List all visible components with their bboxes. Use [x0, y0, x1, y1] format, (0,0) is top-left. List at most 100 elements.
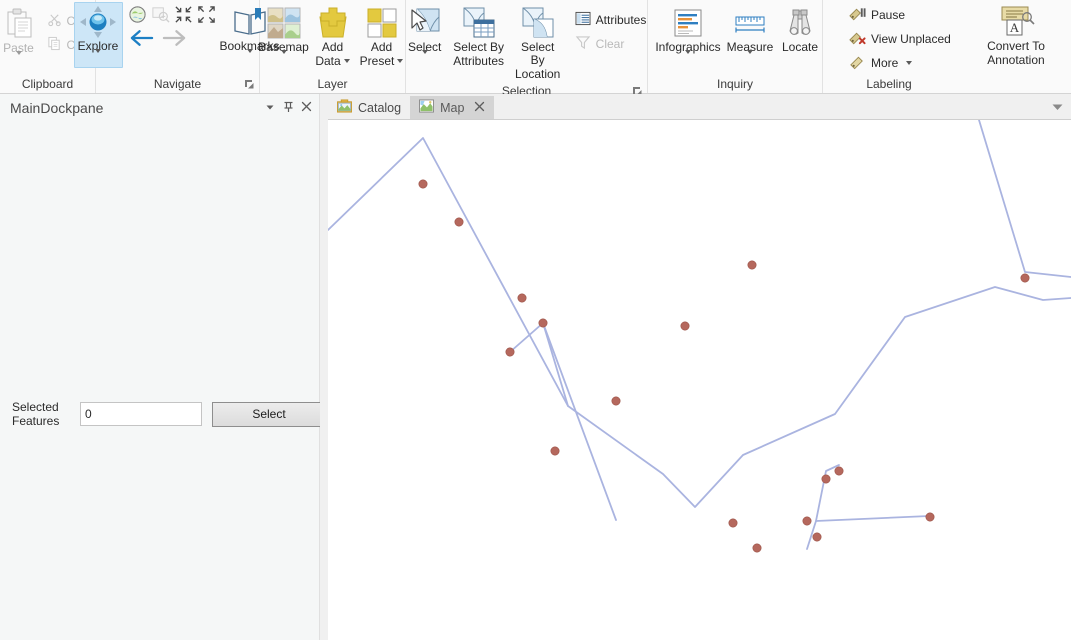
dockpane-body: Selected Features Select: [0, 122, 326, 640]
arcgis-pro-window: Paste Clipboard Explore Bookmarks Naviga…: [0, 0, 1071, 640]
add-data-label-2: Data: [315, 54, 341, 68]
add-preset-label-2: Preset: [359, 54, 395, 68]
navigate-icon-grid: [123, 2, 218, 51]
polyline-branch-e[interactable]: [815, 515, 930, 522]
dockpane-close-button[interactable]: [297, 99, 315, 117]
ribbon-group-label-inquiry: Inquiry: [716, 77, 754, 91]
close-icon: [301, 101, 312, 115]
select-by-attributes-button[interactable]: Select By Attributes: [448, 3, 510, 69]
convert-to-annotation-button[interactable]: A Convert To Annotation: [978, 2, 1054, 68]
selected-features-label: Selected Features: [12, 400, 60, 428]
dockpane-pin-button[interactable]: [279, 99, 297, 117]
selected-features-input[interactable]: [80, 402, 202, 426]
basemap-button[interactable]: Basemap: [258, 3, 310, 69]
select-by-location-button[interactable]: Select By Location: [510, 3, 566, 82]
zoom-in-arrows-icon[interactable]: [174, 5, 193, 27]
dockpane-menu-button[interactable]: [261, 99, 279, 117]
vertex-13[interactable]: [812, 532, 822, 542]
ribbon-group-navigate: Explore Bookmarks Navigate: [73, 0, 280, 93]
explore-icon: [79, 5, 117, 39]
measure-button[interactable]: Measure: [723, 3, 777, 69]
clear-selection-button[interactable]: Clear: [570, 32, 652, 56]
select-features-button[interactable]: Select: [212, 401, 326, 427]
paste-button[interactable]: Paste: [0, 4, 42, 70]
vertex-4[interactable]: [538, 318, 548, 328]
explore-button[interactable]: Explore: [73, 2, 123, 68]
basemap-caret-icon[interactable]: [280, 50, 287, 68]
infographics-caret-icon[interactable]: [685, 50, 691, 68]
pin-icon: [283, 101, 294, 116]
tab-map[interactable]: Map: [410, 96, 495, 119]
measure-caret-icon[interactable]: [747, 50, 753, 68]
vertex-5[interactable]: [505, 347, 515, 357]
ribbon-group-selection: Select Select By Attributes Select By Lo…: [406, 0, 648, 98]
label-pause-label: Pause: [871, 8, 906, 22]
zoom-out-arrows-icon[interactable]: [197, 5, 216, 27]
vertex-14[interactable]: [821, 474, 831, 484]
view-unplaced-button[interactable]: View Unplaced: [844, 27, 962, 51]
vertex-7[interactable]: [611, 396, 621, 406]
vertex-16[interactable]: [925, 512, 935, 522]
polyline-branch-b[interactable]: [542, 322, 617, 521]
locate-button[interactable]: Locate: [777, 3, 823, 55]
select-by-attributes-label-1: Select By: [453, 40, 504, 54]
select-by-location-label-1: Select By: [520, 40, 555, 67]
ribbon: Paste Clipboard Explore Bookmarks Naviga…: [0, 0, 1071, 98]
vertex-3[interactable]: [517, 293, 527, 303]
map-vertices: [418, 179, 1030, 553]
ribbon-group-layer: Basemap Add Data Add Preset Layer: [258, 0, 406, 93]
map-canvas[interactable]: [328, 120, 1071, 640]
attributes-label: Attributes: [595, 13, 647, 27]
copy-icon: [47, 36, 62, 54]
add-data-button[interactable]: Add Data: [310, 3, 356, 69]
attributes-button[interactable]: Attributes: [570, 8, 652, 32]
infographics-button[interactable]: Infographics: [653, 3, 723, 69]
vertex-6[interactable]: [550, 446, 560, 456]
explore-caret-icon[interactable]: [95, 49, 101, 67]
ribbon-group-label-navigate: Navigate: [96, 75, 259, 93]
ribbon-group-label-labeling: Labeling: [866, 77, 912, 91]
vertex-9[interactable]: [752, 543, 762, 553]
scissors-icon: [47, 12, 62, 30]
vertex-15[interactable]: [834, 466, 844, 476]
tab-overflow-menu-button[interactable]: [1052, 100, 1063, 114]
label-pause-button[interactable]: Pause: [844, 3, 962, 27]
dockpane-splitter[interactable]: [320, 94, 328, 640]
vertex-17[interactable]: [1020, 273, 1030, 283]
attributes-icon: [575, 11, 591, 29]
catalog-icon: [337, 99, 352, 116]
arrow-left-icon[interactable]: [129, 29, 154, 50]
add-preset-label-1: Add: [370, 40, 393, 54]
vertex-11[interactable]: [747, 260, 757, 270]
view-pane: Catalog Map: [328, 94, 1071, 640]
map-view[interactable]: [328, 119, 1071, 640]
globe-icon[interactable]: [128, 5, 147, 27]
vertex-12[interactable]: [802, 516, 812, 526]
clear-selection-icon: [575, 35, 591, 53]
tab-map-close-icon[interactable]: [474, 101, 485, 114]
zoom-in-icon[interactable]: [151, 5, 170, 27]
select-caret-icon[interactable]: [421, 50, 428, 68]
view-unplaced-label: View Unplaced: [871, 32, 951, 46]
view-tab-bar: Catalog Map: [328, 94, 1071, 119]
select-by-location-label-2: Location: [514, 67, 561, 81]
label-more-button[interactable]: More: [844, 51, 962, 75]
tab-catalog-label: Catalog: [358, 100, 402, 115]
vertex-2[interactable]: [454, 217, 464, 227]
vertex-10[interactable]: [680, 321, 690, 331]
vertex-1[interactable]: [418, 179, 428, 189]
select-button[interactable]: Select: [402, 3, 448, 69]
polyline-branch-c[interactable]: [978, 120, 1071, 278]
label-more-caret-icon[interactable]: [906, 61, 913, 65]
vertex-8[interactable]: [728, 518, 738, 528]
paste-caret-icon[interactable]: [15, 51, 22, 69]
add-data-label-1: Add: [321, 40, 344, 54]
navigate-dialog-launcher[interactable]: [244, 79, 255, 90]
ruler-icon: [733, 6, 767, 40]
arrow-right-icon[interactable]: [162, 29, 187, 50]
label-more-icon: [849, 54, 866, 73]
select-by-attributes-icon: [462, 6, 496, 40]
add-data-caret-icon[interactable]: [343, 59, 350, 63]
polyline-main[interactable]: [328, 137, 1071, 508]
tab-catalog[interactable]: Catalog: [328, 96, 410, 119]
